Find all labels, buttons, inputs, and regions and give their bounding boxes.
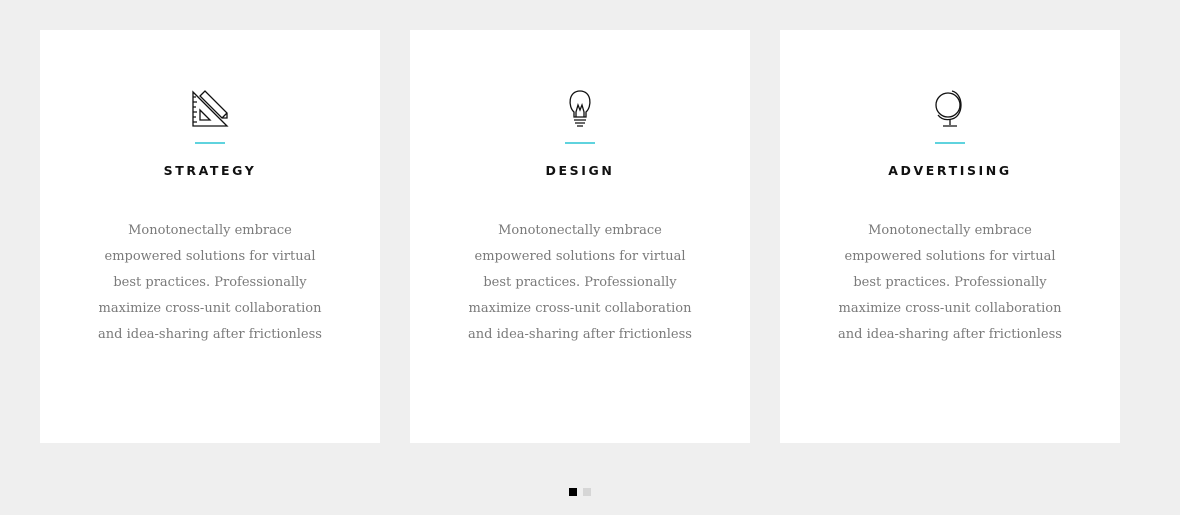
ruler-triangle-icon <box>190 88 230 128</box>
card-title: Advertising <box>888 163 1012 178</box>
card-title: Design <box>545 163 615 178</box>
accent-divider <box>195 142 225 144</box>
accent-divider <box>565 142 595 144</box>
lightbulb-icon <box>560 88 600 128</box>
card-description: Monotonectally embrace empowered solutio… <box>98 223 322 342</box>
service-card-advertising: Advertising Monotonectally embrace empow… <box>780 30 1120 443</box>
service-card-strategy: Strategy Monotonectally embrace empowere… <box>40 30 380 443</box>
pagination-dot-2[interactable] <box>583 488 591 496</box>
pagination-dot-1[interactable] <box>569 488 577 496</box>
accent-divider <box>935 142 965 144</box>
service-card-design: Design Monotonectally embrace empowered … <box>410 30 750 443</box>
carousel-pagination <box>569 488 591 496</box>
card-description: Monotonectally embrace empowered solutio… <box>468 223 692 342</box>
globe-icon <box>930 88 970 128</box>
card-title: Strategy <box>163 163 257 178</box>
card-description: Monotonectally embrace empowered solutio… <box>838 223 1062 342</box>
